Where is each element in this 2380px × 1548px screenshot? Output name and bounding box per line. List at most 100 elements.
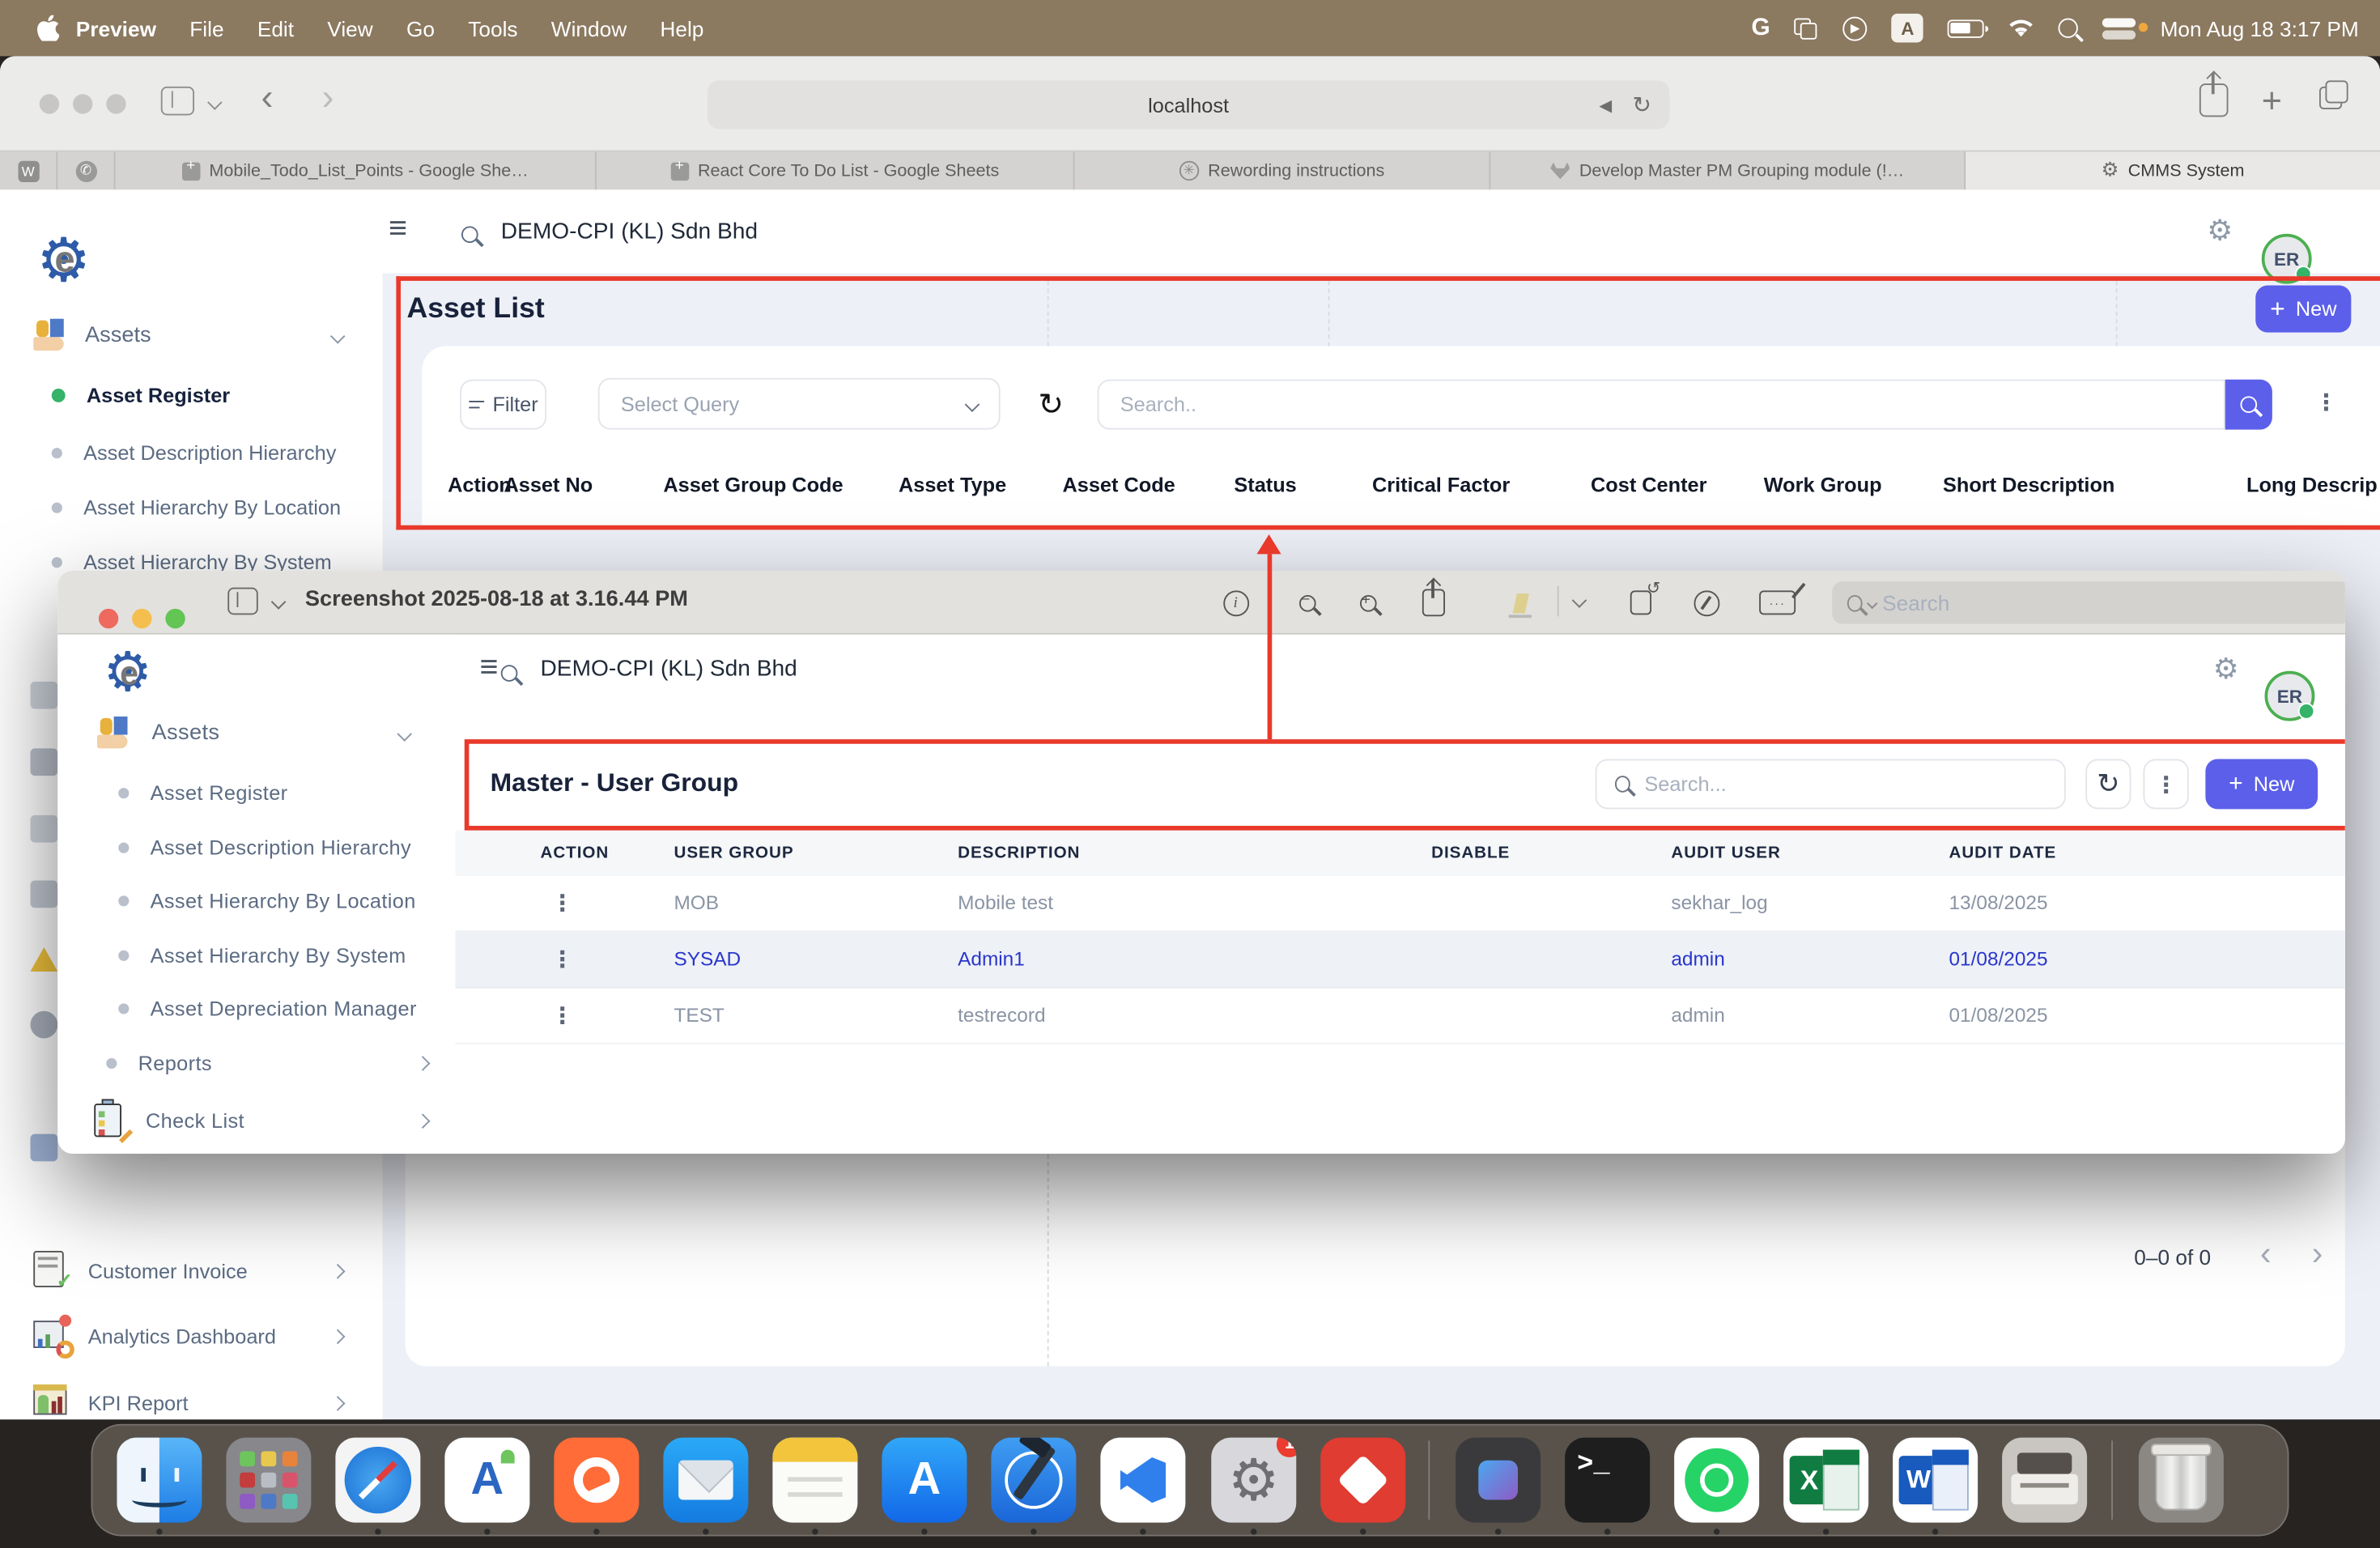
tab-cmms-active[interactable]: ⚙CMMS System <box>1966 152 2380 190</box>
row-actions-icon[interactable]: ⋮ <box>551 1002 574 1030</box>
menu-view[interactable]: View <box>311 16 390 40</box>
sidebar-toggle-icon[interactable] <box>227 588 258 615</box>
new-tab-icon[interactable]: + <box>2262 80 2282 121</box>
settings-gear-icon[interactable]: ⚙ <box>2207 214 2233 247</box>
inner-item-asset-hierarchy-system[interactable]: Asset Hierarchy By System <box>57 932 455 977</box>
master-search-field[interactable] <box>1596 759 2066 810</box>
col-asset-code[interactable]: Asset Code <box>1063 474 1175 496</box>
zoom-button[interactable] <box>106 94 125 113</box>
col-critical-factor[interactable]: Critical Factor <box>1372 474 1510 496</box>
table-row[interactable]: ⋮ TEST testrecord admin 01/08/2025 <box>456 989 2345 1044</box>
inner-item-check-list[interactable]: Check List <box>57 1098 455 1143</box>
text-annotation-icon[interactable]: ··· <box>1757 586 1797 619</box>
android-studio-icon[interactable]: A <box>444 1438 529 1523</box>
tab-gitlab[interactable]: Develop Master PM Grouping module (!… <box>1490 152 1966 190</box>
minimize-button[interactable] <box>132 609 151 628</box>
terminal-icon[interactable]: >_ <box>1565 1438 1650 1523</box>
pinned-tab-2[interactable]: ✆ <box>57 152 115 190</box>
col-user-group[interactable]: USER GROUP <box>674 844 794 863</box>
spotlight-icon[interactable] <box>2059 19 2078 38</box>
preview-search-input[interactable] <box>1882 590 2336 615</box>
col-action[interactable]: ACTION <box>541 844 610 863</box>
mute-icon[interactable]: ◀ <box>1599 95 1612 114</box>
tab-overview-icon[interactable] <box>2319 87 2342 109</box>
menu-edit[interactable]: Edit <box>240 16 310 40</box>
zoom-in-icon[interactable]: + <box>1351 586 1384 619</box>
reload-icon[interactable]: ↻ <box>1632 91 1651 119</box>
sidebar-item-asset-description-hierarchy[interactable]: Asset Description Hierarchy <box>0 430 383 475</box>
search-button[interactable] <box>2225 380 2272 430</box>
inner-item-reports[interactable]: Reports <box>57 1040 455 1085</box>
close-button[interactable] <box>40 94 59 113</box>
next-page-icon[interactable]: › <box>2312 1234 2323 1274</box>
new-button[interactable]: +New <box>2255 286 2351 333</box>
app-logo[interactable]: ⚙ e <box>36 228 104 295</box>
inner-item-asset-description-hierarchy[interactable]: Asset Description Hierarchy <box>57 824 455 870</box>
rotate-icon[interactable]: ↺ <box>1624 586 1657 619</box>
excel-icon[interactable]: X <box>1783 1438 1868 1523</box>
zoom-out-icon[interactable]: – <box>1290 586 1324 619</box>
tab-sheets-2[interactable]: React Core To Do List - Google Sheets <box>597 152 1075 190</box>
sidebar-chevron-icon[interactable] <box>207 95 223 110</box>
grammarly-icon[interactable]: G <box>1751 15 1770 42</box>
search-field[interactable] <box>1098 380 2225 430</box>
system-settings-icon[interactable]: ⚙1 <box>1211 1438 1296 1523</box>
table-row[interactable]: ⋮ MOB Mobile test sekhar_log 13/08/2025 <box>456 876 2345 932</box>
highlight-icon[interactable] <box>1504 586 1537 619</box>
col-long-description[interactable]: Long Descrip <box>2246 474 2378 496</box>
notes-icon[interactable] <box>772 1438 857 1523</box>
minimize-button[interactable] <box>73 94 92 113</box>
menu-help[interactable]: Help <box>644 16 720 40</box>
company-search-icon[interactable] <box>461 226 478 243</box>
refresh-icon[interactable]: ↻ <box>2085 759 2131 810</box>
inner-sidebar-group-assets[interactable]: Assets <box>57 711 455 756</box>
master-search-input[interactable] <box>1644 772 2046 795</box>
mail-icon[interactable] <box>663 1438 748 1523</box>
inner-item-asset-depreciation-manager[interactable]: Asset Depreciation Manager <box>57 985 455 1031</box>
inner-item-asset-hierarchy-location[interactable]: Asset Hierarchy By Location <box>57 878 455 923</box>
prev-page-icon[interactable]: ‹ <box>2260 1234 2272 1274</box>
sidebar-group-assets[interactable]: Assets <box>0 313 383 358</box>
menu-go[interactable]: Go <box>389 16 451 40</box>
master-more-options-icon[interactable]: ⋮ <box>2144 759 2189 810</box>
close-button[interactable] <box>99 609 118 628</box>
select-query-dropdown[interactable]: Select Query <box>598 378 1001 430</box>
menu-tools[interactable]: Tools <box>452 16 535 40</box>
sidebar-item-asset-hierarchy-location[interactable]: Asset Hierarchy By Location <box>0 484 383 529</box>
col-action[interactable]: Action <box>448 474 512 496</box>
sidebar-toggle-icon[interactable] <box>161 87 194 116</box>
play-icon[interactable]: ▶ <box>1843 16 1868 40</box>
red-app-icon[interactable] <box>1320 1438 1405 1523</box>
col-work-group[interactable]: Work Group <box>1764 474 1882 496</box>
trash-icon[interactable] <box>2139 1438 2224 1523</box>
wifi-icon[interactable] <box>2008 19 2034 38</box>
safari-icon[interactable] <box>335 1438 420 1523</box>
whatsapp-icon[interactable] <box>1674 1438 1759 1523</box>
tab-sheets-1[interactable]: Mobile_Todo_List_Points - Google She… <box>116 152 597 190</box>
hamburger-icon[interactable]: ≡ <box>389 211 407 248</box>
input-source-icon[interactable]: A <box>1892 14 1923 43</box>
share-icon[interactable] <box>1416 586 1449 619</box>
screen-mirroring-icon[interactable] <box>1795 18 1819 39</box>
col-short-description[interactable]: Short Description <box>1943 474 2114 496</box>
highlight-chevron-icon[interactable] <box>1572 593 1587 608</box>
sidebar-chevron-icon[interactable] <box>271 594 287 610</box>
menu-file[interactable]: File <box>173 16 241 40</box>
menu-window[interactable]: Window <box>534 16 644 40</box>
pinned-tab-1[interactable]: W <box>0 152 57 190</box>
dark-app-icon[interactable] <box>1456 1438 1541 1523</box>
master-new-button[interactable]: +New <box>2205 759 2318 810</box>
sidebar-item-customer-invoice[interactable]: ✓ Customer Invoice <box>0 1244 383 1299</box>
back-button[interactable]: ‹ <box>261 78 274 121</box>
menu-app-name[interactable]: Preview <box>59 16 173 40</box>
col-description[interactable]: DESCRIPTION <box>958 844 1080 863</box>
sidebar-item-analytics-dashboard[interactable]: Analytics Dashboard <box>0 1308 383 1363</box>
preview-search-field[interactable] <box>1832 581 2345 624</box>
markup-icon[interactable] <box>1689 586 1723 619</box>
col-cost-center[interactable]: Cost Center <box>1591 474 1706 496</box>
printer-icon[interactable] <box>2002 1438 2087 1523</box>
word-icon[interactable]: W <box>1893 1438 1978 1523</box>
more-options-icon[interactable]: ⋮ <box>2314 389 2337 416</box>
apple-menu-icon[interactable] <box>36 15 59 41</box>
inner-user-avatar[interactable]: ER <box>2265 671 2315 721</box>
